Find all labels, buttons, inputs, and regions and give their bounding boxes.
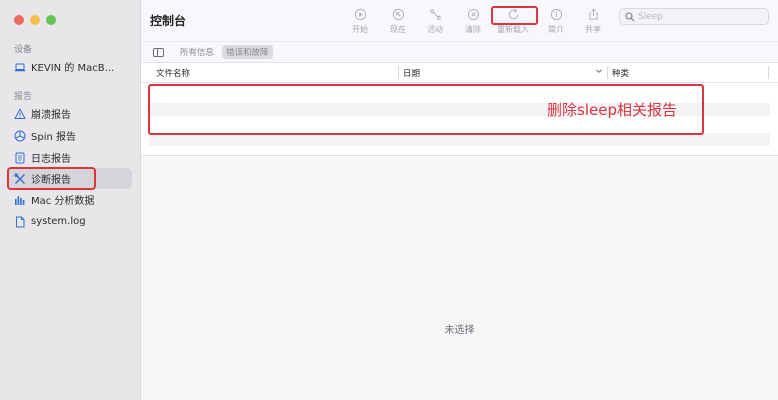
sidebar-item-label: Mac 分析数据 — [31, 196, 95, 207]
annotation-text: 删除sleep相关报告 — [547, 101, 677, 119]
sidebar-item-spin-reports[interactable]: Spin 报告 — [8, 125, 132, 146]
toolbar: 控制台 开始 现在 活动 清除 重新载入 简介 共享 — [141, 0, 778, 42]
zoom-button[interactable] — [46, 15, 56, 25]
file-icon — [14, 216, 26, 228]
sidebar-item-label: Spin 报告 — [31, 132, 76, 143]
filter-bar: 所有信息 错误和故障 — [141, 42, 778, 63]
document-icon — [14, 152, 26, 164]
bar-chart-icon — [14, 194, 26, 206]
devices-section-label: 设备 — [14, 45, 33, 55]
info-icon — [550, 8, 562, 21]
search-input[interactable] — [638, 11, 748, 22]
chevron-down-icon — [596, 69, 602, 74]
sidebar-item-log-reports[interactable]: 日志报告 — [8, 147, 132, 168]
sidebar-item-label: system.log — [31, 216, 86, 227]
column-divider[interactable] — [398, 66, 399, 79]
column-header-kind[interactable]: 种类 — [612, 67, 629, 79]
sidebar: 设备 KEVIN 的 MacB... 报告 崩溃报告 Spin 报告 日志报告 — [0, 0, 141, 400]
warning-triangle-icon — [14, 107, 26, 120]
column-divider[interactable] — [607, 66, 608, 79]
window-controls — [14, 15, 56, 25]
reports-section-label: 报告 — [14, 92, 33, 102]
tool-label: 开始 — [352, 25, 368, 34]
sidebar-toggle-icon[interactable] — [153, 47, 164, 57]
share-icon — [588, 8, 598, 20]
spin-icon — [14, 130, 26, 142]
tool-label: 现在 — [390, 25, 406, 34]
column-header-filename[interactable]: 文件名称 — [156, 67, 190, 79]
empty-selection-text: 未选择 — [444, 325, 475, 336]
tool-label: 共享 — [585, 25, 601, 34]
search-highlight-box — [491, 6, 538, 25]
sidebar-item-crash-reports[interactable]: 崩溃报告 — [8, 103, 132, 124]
sidebar-item-label: 崩溃报告 — [31, 110, 71, 121]
sidebar-item-label: KEVIN 的 MacB... — [31, 63, 115, 74]
sidebar-item-device[interactable]: KEVIN 的 MacB... — [8, 56, 132, 77]
table-header: 文件名称 日期 种类 — [141, 63, 778, 83]
tool-label: 清除 — [465, 25, 481, 34]
play-icon — [354, 8, 366, 21]
search-icon — [625, 11, 635, 21]
page-title: 控制台 — [150, 14, 187, 28]
close-button[interactable] — [14, 15, 24, 25]
clear-button[interactable]: 清除 — [451, 8, 495, 35]
filter-errors-faults[interactable]: 错误和故障 — [222, 45, 273, 59]
column-header-date[interactable]: 日期 — [403, 67, 420, 79]
sidebar-highlight-box — [7, 167, 96, 190]
filter-all-messages[interactable]: 所有信息 — [176, 45, 218, 59]
tool-label: 简介 — [548, 25, 564, 34]
column-divider[interactable] — [768, 66, 769, 79]
share-button[interactable]: 共享 — [571, 8, 615, 35]
jump-to-now-icon — [392, 8, 404, 21]
minimize-button[interactable] — [30, 15, 40, 25]
tool-label: 重新载入 — [497, 25, 529, 34]
clear-icon — [467, 8, 479, 21]
sidebar-item-system-log[interactable]: system.log — [8, 211, 132, 232]
sidebar-item-label: 日志报告 — [31, 154, 71, 165]
tool-label: 活动 — [427, 25, 443, 34]
detail-pane: 未选择 — [141, 157, 778, 400]
console-window: 设备 KEVIN 的 MacB... 报告 崩溃报告 Spin 报告 日志报告 — [0, 0, 778, 400]
activity-icon — [429, 9, 441, 20]
laptop-icon — [14, 61, 26, 73]
search-field[interactable] — [619, 8, 769, 25]
sidebar-item-mac-analytics[interactable]: Mac 分析数据 — [8, 189, 132, 210]
